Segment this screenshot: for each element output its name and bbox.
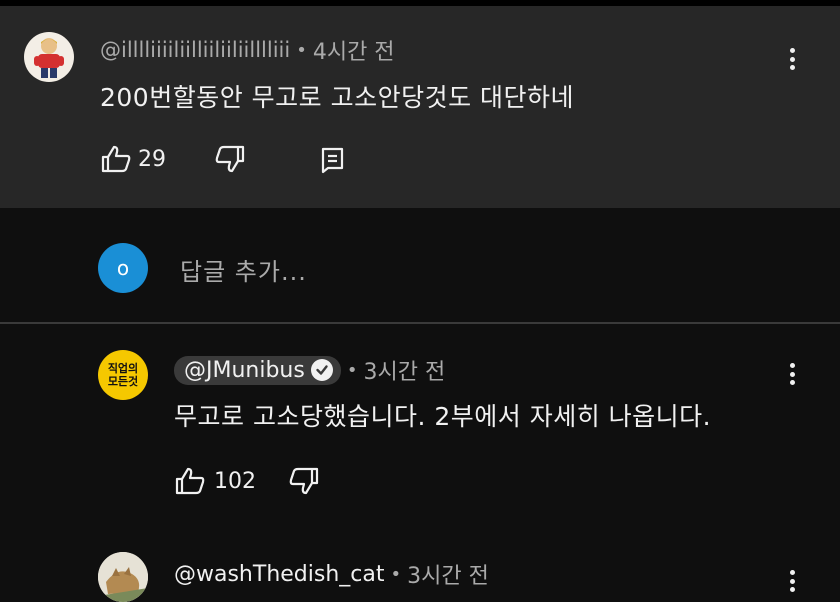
add-reply-section: o 답글 추가... (0, 208, 840, 322)
comment-more-button[interactable] (782, 44, 802, 74)
commenter-avatar[interactable] (24, 32, 74, 82)
comment-meta: @illlliiiiliilliiliiliilllliii • 4시간 전 (100, 34, 395, 66)
reply2-handle[interactable]: @washThedish_cat (174, 562, 384, 587)
like-button[interactable]: 29 (100, 144, 166, 174)
reply-handle: @JMunibus (184, 357, 305, 383)
thumbs-down-icon (215, 145, 245, 173)
thumbs-up-icon (175, 467, 205, 495)
cat-avatar[interactable] (98, 552, 148, 602)
separator-dot: • (346, 359, 358, 381)
highlighted-comment: @illlliiiiliilliiliiliilllliii • 4시간 전 2… (0, 6, 840, 208)
reply-time: 3시간 전 (363, 360, 446, 385)
reply-like-button[interactable]: 102 (174, 466, 256, 496)
thumbs-up-icon (101, 145, 131, 173)
reply-button[interactable] (320, 146, 346, 174)
reply-more-button[interactable] (782, 359, 802, 389)
more-vert-icon (789, 48, 795, 53)
more-vert-icon (789, 570, 795, 575)
reply2-more-button[interactable] (782, 566, 802, 596)
verified-check-icon (310, 359, 333, 381)
own-avatar: o (98, 243, 148, 293)
reply-icon (321, 147, 344, 174)
comment-handle[interactable]: @illlliiiiliilliiliiliilllliii (100, 38, 290, 62)
more-vert-icon (789, 363, 795, 368)
reply-like-count: 102 (214, 468, 256, 494)
reply-dislike-button[interactable] (288, 466, 320, 496)
reply2-meta: @washThedish_cat • 3시간 전 (174, 558, 489, 590)
channel-handle-chip[interactable]: @JMunibus (174, 355, 341, 385)
comment-text: 200번할동안 무고로 고소안당것도 대단하네 (100, 83, 575, 112)
separator-dot: • (296, 39, 307, 61)
add-reply-input[interactable]: 답글 추가... (180, 252, 740, 287)
cat-photo-icon (98, 552, 148, 602)
section-divider (0, 322, 840, 324)
reply2-time: 3시간 전 (407, 564, 489, 589)
like-count: 29 (138, 146, 166, 172)
reply-text: 무고로 고소당했습니다. 2부에서 자세히 나옵니다. (174, 402, 712, 431)
user-avatar-icon (34, 38, 64, 78)
channel-avatar-text-2: 모든것 (107, 375, 139, 388)
dislike-button[interactable] (214, 144, 246, 174)
thumbs-down-icon (289, 467, 319, 495)
separator-dot: • (390, 563, 402, 585)
comment-time: 4시간 전 (312, 40, 395, 65)
channel-avatar[interactable]: 직업의 모든것 (98, 350, 148, 400)
reply-meta: @JMunibus • 3시간 전 (174, 354, 445, 386)
channel-avatar-text-1: 직업의 (107, 362, 139, 375)
own-avatar-letter: o (116, 256, 130, 280)
